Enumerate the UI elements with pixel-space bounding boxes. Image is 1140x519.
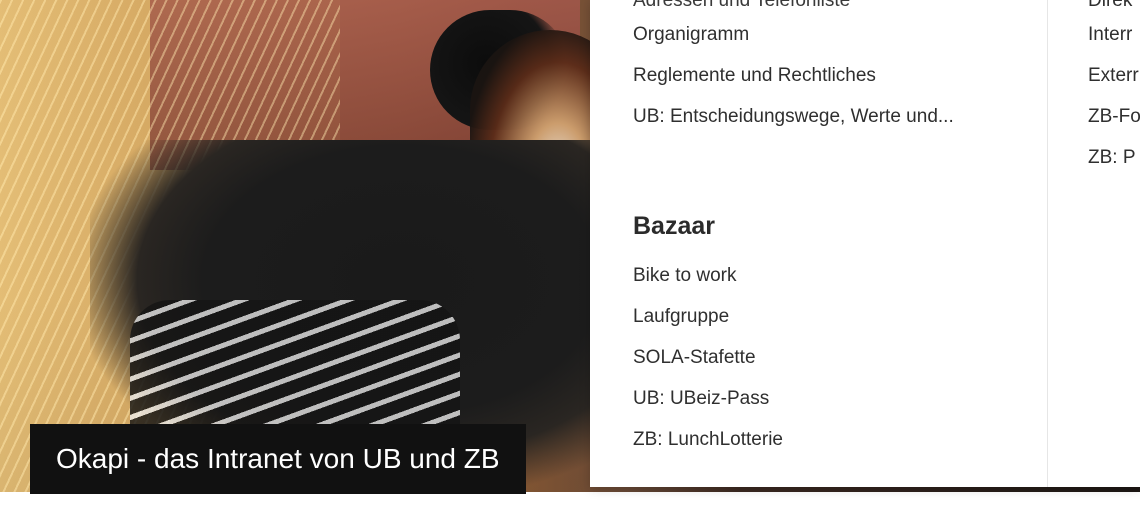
menu-link-zb-lunchlotterie[interactable]: ZB: LunchLotterie xyxy=(633,429,783,451)
menu-link-reglemente[interactable]: Reglemente und Rechtliches xyxy=(633,65,876,87)
hero-caption-text: Okapi - das Intranet von UB und ZB xyxy=(56,443,500,474)
menu-link-bike-to-work[interactable]: Bike to work xyxy=(633,265,736,287)
hero-caption: Okapi - das Intranet von UB und ZB xyxy=(30,424,526,494)
menu-link-laufgruppe[interactable]: Laufgruppe xyxy=(633,306,729,328)
menu-column-divider xyxy=(1047,0,1048,487)
menu-link-col2-3[interactable]: ZB-Fo xyxy=(1088,106,1140,128)
menu-link-ub-entscheidungswege[interactable]: UB: Entscheidungswege, Werte und... xyxy=(633,106,954,128)
menu-link-col2-top[interactable]: Direk xyxy=(1088,0,1140,12)
menu-column-2: Direk Interr Exterr ZB-Fo ZB: P xyxy=(1088,0,1140,487)
menu-link-adressen[interactable]: Adressen und Telefonliste xyxy=(633,0,850,12)
menu-link-organigramm[interactable]: Organigramm xyxy=(633,24,749,46)
menu-link-sola-stafette[interactable]: SOLA-Stafette xyxy=(633,347,756,369)
menu-link-ub-ubeiz-pass[interactable]: UB: UBeiz-Pass xyxy=(633,388,769,410)
menu-link-col2-2[interactable]: Exterr xyxy=(1088,65,1140,87)
menu-column-1: Adressen und Telefonliste Organigramm Re… xyxy=(633,0,1043,487)
menu-link-col2-4[interactable]: ZB: P xyxy=(1088,147,1140,169)
section-title-bazaar: Bazaar xyxy=(633,212,715,240)
menu-link-col2-1[interactable]: Interr xyxy=(1088,24,1140,46)
